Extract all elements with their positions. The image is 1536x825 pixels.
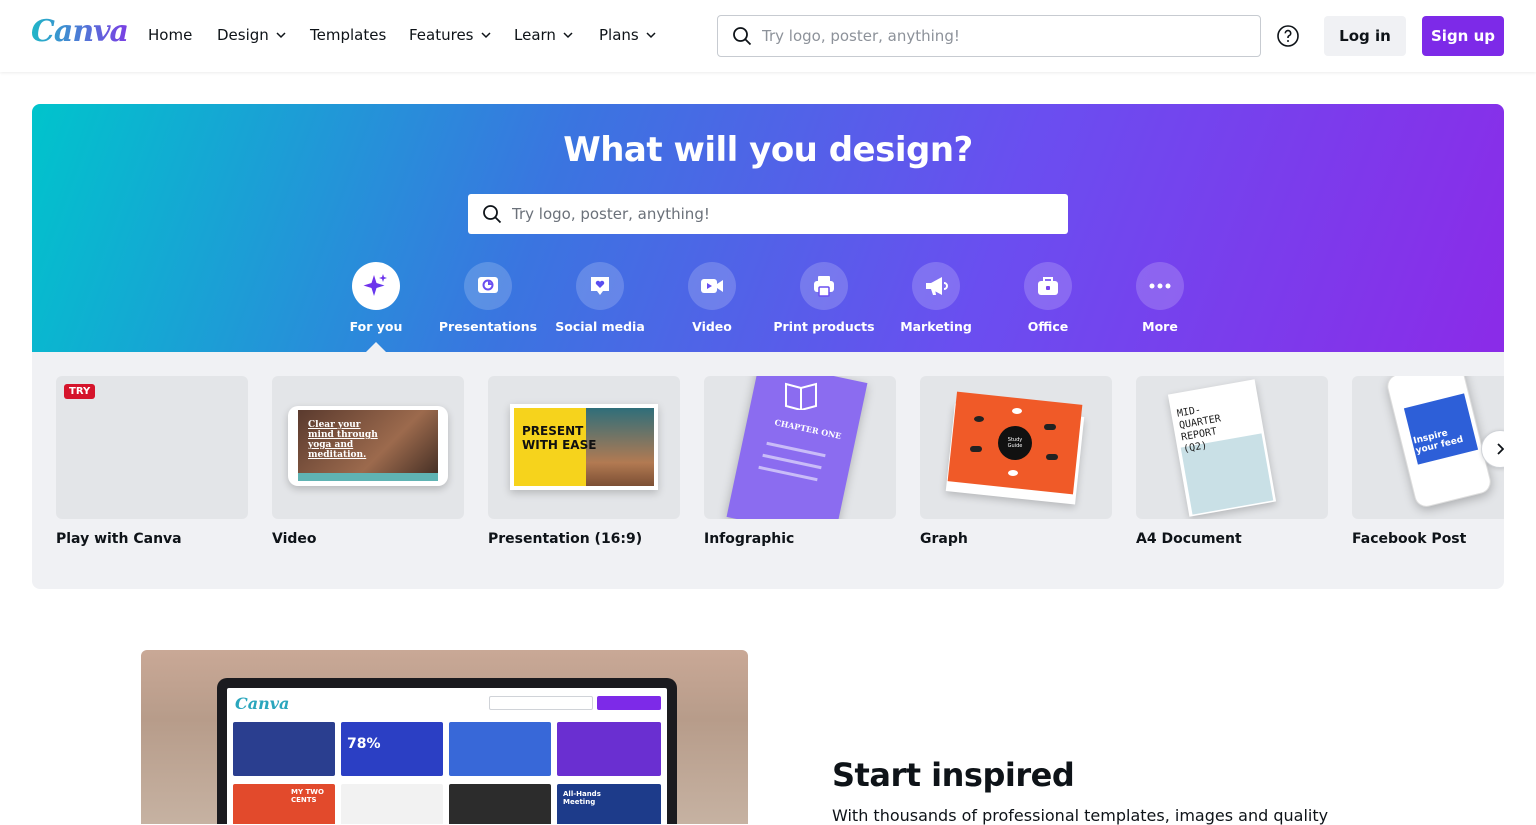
sparkle-icon [363,274,387,296]
printer-icon [814,276,834,297]
category-label: More [1142,319,1178,334]
laptop-screen: Canva 78% MY TWO CENTS All-Hands Meeting [227,688,667,824]
category-marketing[interactable]: Marketing [880,262,992,334]
thumb-text: PRESENT WITH EASE [522,424,597,452]
hero-title: What will you design? [563,130,973,170]
card-a4-document[interactable]: MID-QUARTER REPORT (Q2) A4 Document [1136,376,1328,547]
card-thumbnail: Study Guide [920,376,1112,519]
chevron-down-icon [646,32,656,39]
card-label: Facebook Post [1352,531,1467,547]
card-video[interactable]: Clear your mind through yoga and meditat… [272,376,464,547]
top-navigation-bar: Canva Home Design Templates Features Lea… [0,0,1536,72]
login-button[interactable]: Log in [1324,16,1406,56]
chevron-right-icon [1497,443,1504,455]
mini-tile-two-cents: MY TWO CENTS [291,788,324,804]
card-infographic[interactable]: CHAPTER ONE Infographic [704,376,896,547]
category-label: Print products [773,319,875,334]
category-label: Marketing [900,319,972,334]
briefcase-icon [1038,277,1058,295]
category-label: Video [692,319,732,334]
laptop-mockup: Canva 78% MY TWO CENTS All-Hands Meeting [217,678,677,824]
card-thumbnail: PRESENT WITH EASE [488,376,680,519]
mini-canva-logo: Canva [235,694,290,713]
design-type-tray: TRY Play with Canva Clear your mind thro… [32,352,1504,589]
megaphone-icon [926,277,948,295]
chevron-down-icon [563,32,573,39]
category-label: For you [349,319,403,334]
active-category-caret [366,342,386,352]
search-icon [733,27,752,46]
nav-design-label: Design [217,26,269,44]
mini-tile-stat: 78% [347,736,381,752]
thumb-text: Study Guide [1007,437,1023,449]
card-presentation[interactable]: PRESENT WITH EASE Presentation (16:9) [488,376,680,547]
hero-search-box[interactable] [468,194,1068,234]
nav-learn[interactable]: Learn [514,26,574,44]
category-print-products[interactable]: Print products [768,262,880,334]
nav-home[interactable]: Home [148,26,192,44]
mini-tile-meeting: All-Hands Meeting [563,790,601,806]
top-search-input[interactable] [762,27,1232,45]
category-more[interactable]: More [1104,262,1216,334]
card-facebook-post[interactable]: Inspire your feed Facebook Post [1352,376,1504,547]
try-badge: TRY [64,384,96,399]
heart-chat-icon [591,277,609,295]
nav-home-label: Home [148,26,193,44]
nav-features[interactable]: Features [409,26,492,44]
card-label: Video [272,531,317,547]
laptop-promo-image: Canva 78% MY TWO CENTS All-Hands Meeting [141,650,748,824]
category-presentations[interactable]: Presentations [432,262,544,334]
card-label: Infographic [704,531,795,547]
chevron-down-icon [276,32,286,39]
card-play-with-canva[interactable]: TRY Play with Canva [56,376,248,547]
chevron-down-icon [480,32,491,39]
category-label: Social media [555,319,645,334]
nav-features-label: Features [409,26,474,44]
canva-logo[interactable]: Canva [31,14,129,49]
start-inspired-text: With thousands of professional templates… [832,806,1329,825]
start-inspired-title: Start inspired [832,756,1075,794]
book-icon [785,382,817,410]
category-label: Presentations [438,319,538,334]
card-thumbnail: Clear your mind through yoga and meditat… [272,376,464,519]
nav-templates[interactable]: Templates [310,26,386,44]
category-video[interactable]: Video [656,262,768,334]
mini-search [489,696,593,710]
top-search-box[interactable] [717,15,1261,57]
help-icon[interactable] [1276,24,1300,48]
nav-plans[interactable]: Plans [599,26,657,44]
card-thumbnail: CHAPTER ONE [704,376,896,519]
signup-button[interactable]: Sign up [1422,16,1504,56]
category-social-media[interactable]: Social media [544,262,656,334]
nav-design[interactable]: Design [217,26,287,44]
presentation-icon [478,277,498,293]
card-label: Play with Canva [56,531,182,547]
card-label: Graph [920,531,968,547]
card-thumbnail: MID-QUARTER REPORT (Q2) [1136,376,1328,519]
category-office[interactable]: Office [992,262,1104,334]
card-graph[interactable]: Study Guide Graph [920,376,1112,547]
category-for-you[interactable]: For you [320,262,432,334]
nav-learn-label: Learn [514,26,556,44]
card-label: Presentation (16:9) [488,531,643,547]
video-camera-icon [701,279,723,293]
category-label: Office [1027,319,1069,334]
nav-plans-label: Plans [599,26,639,44]
mini-create-button [597,696,661,710]
more-dots-icon [1149,283,1171,289]
thumb-text: Clear your mind through yoga and meditat… [308,420,378,460]
thumb-text: MID-QUARTER REPORT (Q2) [1176,404,1222,456]
card-thumbnail: TRY [56,376,248,519]
hero-banner: What will you design? For you Presentati… [32,104,1504,352]
hero-search-input[interactable] [512,205,1052,223]
search-icon [483,205,502,224]
nav-templates-label: Templates [310,26,387,44]
card-label: A4 Document [1136,531,1242,547]
